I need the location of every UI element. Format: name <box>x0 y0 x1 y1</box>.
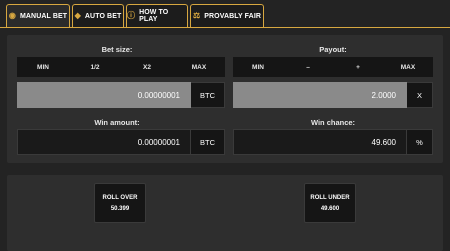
tab-how-to-play[interactable]: ⓘ HOW TO PLAY <box>126 4 188 27</box>
diamond-icon: ◆ <box>74 11 81 20</box>
payout-label: Payout: <box>319 45 347 54</box>
win-amount-field: 0.00000001 BTC <box>17 129 225 155</box>
win-amount-label: Win amount: <box>94 118 140 127</box>
bet-currency-label: BTC <box>191 82 225 108</box>
roll-over-value: 50.399 <box>110 205 130 212</box>
bet-size-label: Bet size: <box>101 45 133 54</box>
payout-controls: MIN – + MAX <box>233 57 433 77</box>
info-icon: ⓘ <box>127 11 136 20</box>
roll-under-value: 49.600 <box>320 205 340 212</box>
bet-size-controls: MIN 1/2 X2 MAX <box>17 57 225 77</box>
win-chance-field: 49.600 % <box>233 129 433 155</box>
payout-decrease-button[interactable]: – <box>283 64 333 71</box>
tab-label: PROVABLY FAIR <box>204 12 262 20</box>
tab-auto-bet[interactable]: ◆ AUTO BET <box>72 4 124 27</box>
payout-unit-label: X <box>407 82 433 108</box>
tab-label: AUTO BET <box>84 12 122 20</box>
tab-bar: ◉ MANUAL BET ◆ AUTO BET ⓘ HOW TO PLAY ⚖ … <box>0 0 450 28</box>
roll-under-button[interactable]: ROLL UNDER 49.600 <box>304 183 356 223</box>
win-chance-unit-label: % <box>407 129 433 155</box>
win-amount-currency-label: BTC <box>191 129 225 155</box>
payout-field: 2.0000 X <box>233 82 433 108</box>
tab-provably-fair[interactable]: ⚖ PROVABLY FAIR <box>190 4 264 27</box>
bet-panel: Bet size: MIN 1/2 X2 MAX 0.00000001 BTC … <box>7 35 443 163</box>
bet-size-field: 0.00000001 BTC <box>17 82 225 108</box>
bet-half-button[interactable]: 1/2 <box>69 64 121 71</box>
payout-input[interactable]: 2.0000 <box>233 82 407 108</box>
payout-max-button[interactable]: MAX <box>383 64 433 71</box>
win-chance-input[interactable]: 49.600 <box>233 129 407 155</box>
roll-over-button[interactable]: ROLL OVER 50.399 <box>94 183 146 223</box>
roll-under-label: ROLL UNDER <box>310 194 350 201</box>
tab-label: HOW TO PLAY <box>139 9 169 23</box>
tab-divider <box>0 27 450 28</box>
bet-min-button[interactable]: MIN <box>17 64 69 71</box>
scales-icon: ⚖ <box>192 11 201 20</box>
coins-icon: ◉ <box>8 11 16 20</box>
bet-double-button[interactable]: X2 <box>121 64 173 71</box>
bet-max-button[interactable]: MAX <box>173 64 225 71</box>
win-amount-input[interactable]: 0.00000001 <box>17 129 191 155</box>
roll-panel: ROLL OVER 50.399 ROLL UNDER 49.600 <box>7 175 443 251</box>
win-chance-label: Win chance: <box>310 118 356 127</box>
roll-over-label: ROLL OVER <box>102 194 138 201</box>
tab-manual-bet[interactable]: ◉ MANUAL BET <box>6 4 70 27</box>
payout-increase-button[interactable]: + <box>333 64 383 71</box>
payout-min-button[interactable]: MIN <box>233 64 283 71</box>
bet-size-input[interactable]: 0.00000001 <box>17 82 191 108</box>
tab-label: MANUAL BET <box>19 12 68 20</box>
